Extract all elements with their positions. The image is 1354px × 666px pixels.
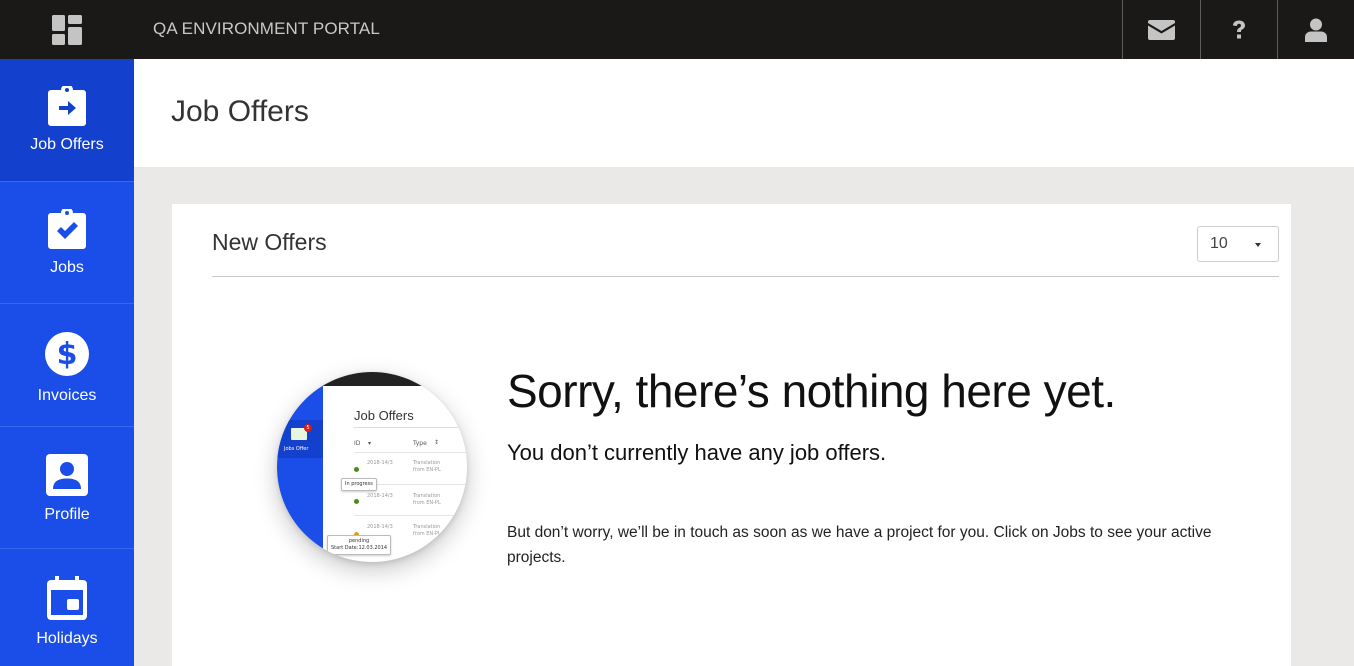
help-button[interactable] [1200,0,1277,59]
page-size-value: 10 [1210,235,1228,252]
illustration-row-divider [354,452,467,453]
page-header: Job Offers [134,59,1354,167]
messages-button[interactable] [1122,0,1200,59]
profile-card-icon [46,453,88,496]
tooltip-line: Start Date:12.03.2014 [331,545,388,551]
illustration-tooltip: pending Start Date:12.03.2014 [327,535,392,555]
illustration-cell: Translation from EN-PL [413,524,441,537]
top-bar: QA ENVIRONMENT PORTAL [0,0,1354,59]
illustration-row-divider [354,515,467,516]
app-title: QA ENVIRONMENT PORTAL [153,19,380,38]
sort-icon: ↕ [434,439,440,446]
envelope-icon [1148,19,1175,40]
illustration-col-id: ID [354,440,361,447]
empty-state-subheading: You don’t currently have any job offers. [507,440,887,465]
illustration-cell: Translation from EN-PL [413,493,441,506]
sidebar-item-jobs[interactable]: Jobs [0,182,134,305]
question-mark-icon [1233,20,1245,38]
illustration-cell: 2018-14/3 [367,460,393,466]
divider [212,276,1279,277]
logo[interactable] [0,0,134,59]
illustration-tooltip: In progress [341,478,377,491]
illustration-sidebar [277,386,323,562]
empty-state-body: But don’t worry, we’ll be in touch as so… [507,524,1212,566]
card-title: New Offers [212,229,327,255]
empty-state-illustration: 5 Jobs Offer Job Offers ID ▾ Type ↕ 2018… [277,372,467,562]
illustration-topbar [277,372,467,386]
empty-state-heading: Sorry, there’s nothing here yet. [507,365,1116,417]
svg-text:$: $ [57,337,78,372]
top-actions [1122,0,1354,59]
clipboard-check-icon [48,208,86,249]
calendar-icon [47,576,87,621]
sidebar-item-profile[interactable]: Profile [0,427,134,550]
page-size-select[interactable]: 10 [1197,226,1279,262]
illustration-cell: 2018-14/3 [367,493,393,499]
sort-icon: ▾ [368,440,372,447]
illustration-sidebar-label: Jobs Offer [284,446,309,452]
dollar-circle-icon: $ [45,332,89,377]
sidebar-item-label: Job Offers [30,136,104,153]
page-title: Job Offers [171,95,309,128]
dashboard-tiles-icon [52,14,82,45]
illustration-cell: Translation from EN-PL [413,460,441,473]
account-button[interactable] [1277,0,1354,59]
status-dot [354,467,359,472]
illustration-cell: 2018-14/3 [367,524,393,530]
tooltip-line: pending [348,538,370,544]
sidebar: Job Offers Jobs $ Invoices Profile Holid… [0,59,134,666]
sidebar-item-job-offers[interactable]: Job Offers [0,59,134,182]
clipboard-arrow-icon [48,86,86,126]
sidebar-item-label: Invoices [37,387,97,405]
new-offers-card: New Offers 10 5 Jobs Offer Job Offers ID… [172,204,1291,666]
sidebar-item-label: Holidays [36,630,98,648]
chevron-down-icon [1255,243,1261,247]
sidebar-item-invoices[interactable]: $ Invoices [0,304,134,427]
sidebar-item-label: Jobs [50,258,84,276]
sidebar-item-holidays[interactable]: Holidays [0,549,134,666]
user-icon [1305,18,1327,42]
status-dot [354,499,359,504]
sidebar-item-label: Profile [44,505,90,523]
illustration-divider [354,427,467,428]
illustration-panel-title: Job Offers [354,408,414,423]
illustration-badge: 5 [304,424,312,432]
illustration-col-type: Type [413,440,427,447]
